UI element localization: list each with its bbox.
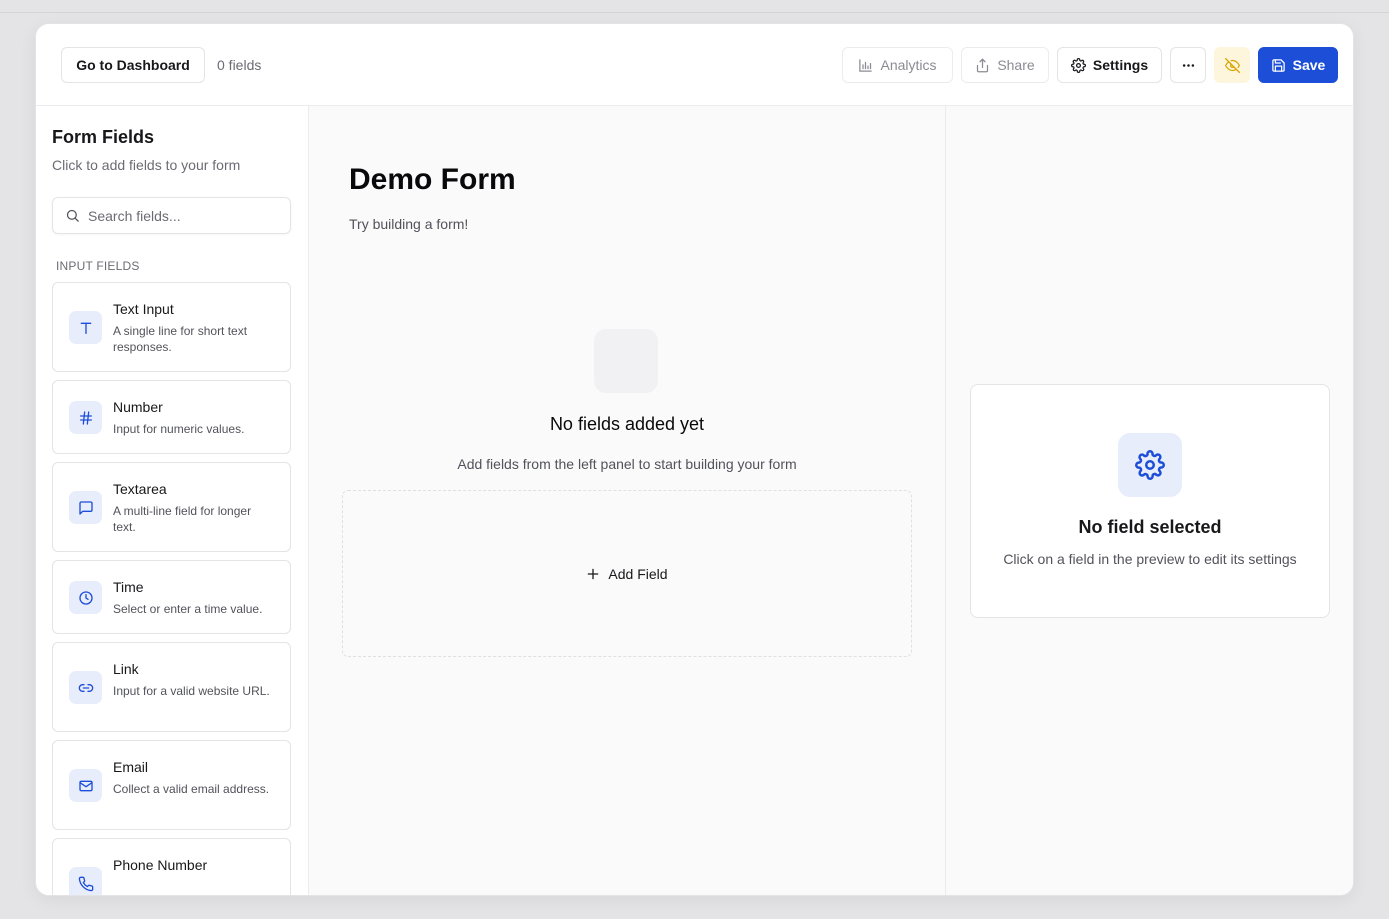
message-square-icon xyxy=(69,491,102,524)
background-divider xyxy=(0,12,1389,13)
field-card-time[interactable]: Time Select or enter a time value. xyxy=(52,560,291,634)
analytics-label: Analytics xyxy=(880,57,937,73)
field-card-title: Text Input xyxy=(113,301,174,317)
hash-icon xyxy=(69,401,102,434)
gear-icon xyxy=(1070,57,1086,73)
field-card-number[interactable]: Number Input for numeric values. xyxy=(52,380,291,454)
no-field-selected-card: No field selected Click on a field in th… xyxy=(970,384,1330,618)
field-card-desc: Input for a valid website URL. xyxy=(113,684,270,698)
search-icon xyxy=(66,209,79,222)
top-toolbar: Go to Dashboard 0 fields Analytics Share… xyxy=(36,24,1353,106)
form-fields-panel: Form Fields Click to add fields to your … xyxy=(36,106,309,895)
field-settings-panel: No field selected Click on a field in th… xyxy=(945,106,1353,895)
more-options-button[interactable] xyxy=(1170,47,1206,83)
field-card-desc: A multi-line field for longer text. xyxy=(113,504,252,534)
text-icon xyxy=(69,311,102,344)
field-card-title: Email xyxy=(113,759,149,775)
analytics-button[interactable]: Analytics xyxy=(842,47,953,83)
eye-off-icon xyxy=(1224,57,1240,73)
link-icon xyxy=(69,671,102,704)
empty-state-title: No fields added yet xyxy=(549,414,705,434)
mail-icon xyxy=(69,769,102,802)
toggle-preview-button[interactable] xyxy=(1214,47,1250,83)
share-button[interactable]: Share xyxy=(961,47,1049,83)
field-card-desc: A single line for short text responses. xyxy=(113,324,248,354)
field-card-desc: Input for numeric values. xyxy=(113,422,245,436)
field-card-title: Number xyxy=(113,399,163,415)
field-card-textarea[interactable]: Textarea A multi-line field for longer t… xyxy=(52,462,291,552)
form-preview: Demo Form Try building a form! No fields… xyxy=(309,106,945,895)
go-to-dashboard-label: Go to Dashboard xyxy=(76,57,190,73)
section-label: INPUT FIELDS xyxy=(56,259,140,273)
field-card-email[interactable]: Email Collect a valid email address. xyxy=(52,740,291,830)
bar-chart-icon xyxy=(859,58,873,72)
field-card-phone-number[interactable]: Phone Number xyxy=(52,838,291,895)
save-icon xyxy=(1271,58,1285,72)
settings-label: Settings xyxy=(1092,57,1149,73)
search-box xyxy=(52,197,291,234)
save-label: Save xyxy=(1292,57,1326,73)
share-label: Share xyxy=(997,57,1035,73)
more-horizontal-icon xyxy=(1182,63,1194,67)
gear-icon xyxy=(1118,433,1182,497)
form-subtitle: Try building a form! xyxy=(349,216,469,232)
field-card-title: Textarea xyxy=(113,481,167,497)
settings-button[interactable]: Settings xyxy=(1057,47,1162,83)
share-icon xyxy=(977,58,989,72)
field-card-title: Link xyxy=(113,661,139,677)
add-field-button[interactable]: Add Field xyxy=(342,490,912,657)
form-builder-window: Go to Dashboard 0 fields Analytics Share… xyxy=(35,23,1354,896)
panel-title: Form Fields xyxy=(52,127,155,147)
field-card-link[interactable]: Link Input for a valid website URL. xyxy=(52,642,291,732)
add-field-label: Add Field xyxy=(608,565,668,582)
panel-subtitle: Click to add fields to your form xyxy=(52,157,241,173)
fields-count: 0 fields xyxy=(217,57,262,73)
plus-icon xyxy=(588,568,599,579)
empty-state-subtitle: Add fields from the left panel to start … xyxy=(457,456,797,472)
field-card-desc: Collect a valid email address. xyxy=(113,782,270,796)
save-button[interactable]: Save xyxy=(1258,47,1338,83)
phone-icon xyxy=(69,867,102,895)
go-to-dashboard-button[interactable]: Go to Dashboard xyxy=(61,47,205,83)
field-card-title: Time xyxy=(113,579,144,595)
field-card-desc: Select or enter a time value. xyxy=(113,602,263,616)
no-field-selected-subtitle: Click on a field in the preview to edit … xyxy=(1003,551,1297,567)
no-field-selected-title: No field selected xyxy=(1078,517,1222,537)
clock-icon xyxy=(69,581,102,614)
empty-state-placeholder xyxy=(594,329,658,393)
field-card-title: Phone Number xyxy=(113,857,208,873)
field-card-text-input[interactable]: Text Input A single line for short text … xyxy=(52,282,291,372)
form-title: Demo Form xyxy=(349,163,516,196)
search-input[interactable] xyxy=(88,207,278,224)
